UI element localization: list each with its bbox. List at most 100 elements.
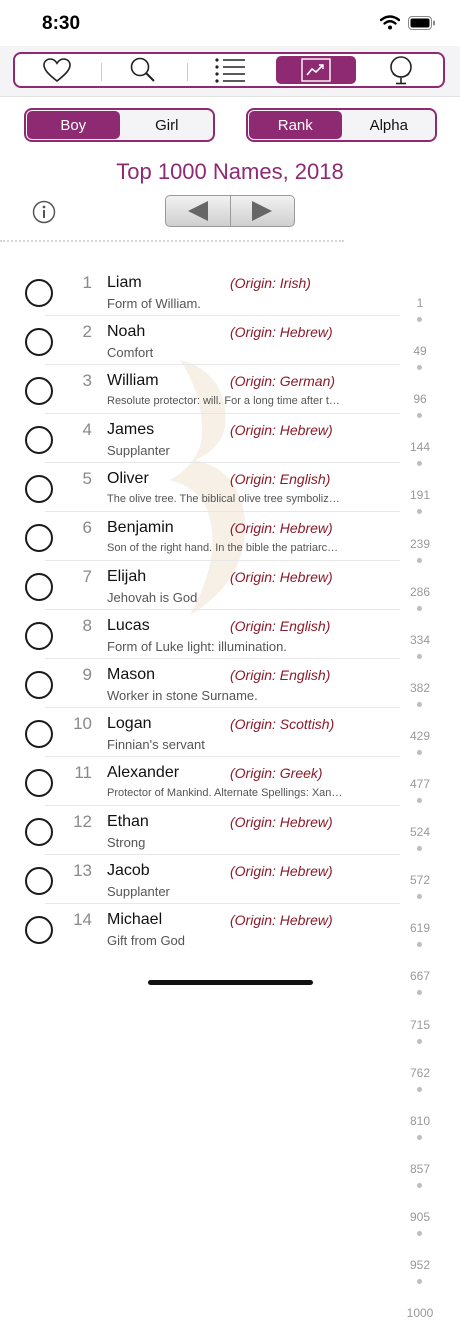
list-item[interactable]: 14 Michael (Origin: Hebrew) Gift from Go… xyxy=(0,904,400,953)
index-dot xyxy=(417,1038,422,1044)
origin-text: (Origin: Irish) xyxy=(230,275,311,291)
favorite-toggle[interactable] xyxy=(25,671,53,699)
list-item[interactable]: 5 Oliver (Origin: English) The olive tre… xyxy=(0,463,400,512)
index-label[interactable]: 762 xyxy=(398,1066,442,1080)
next-year-button[interactable] xyxy=(229,196,295,226)
index-dot xyxy=(417,413,422,419)
origin-text: (Origin: Scottish) xyxy=(230,716,335,732)
index-label[interactable]: 49 xyxy=(398,344,442,358)
tab-search[interactable] xyxy=(103,56,183,84)
meaning-text: Resolute protector: will. For a long tim… xyxy=(107,395,340,407)
favorite-toggle[interactable] xyxy=(25,916,53,944)
index-label[interactable]: 667 xyxy=(398,969,442,983)
favorite-toggle[interactable] xyxy=(25,377,53,405)
index-label[interactable]: 572 xyxy=(398,873,442,887)
segment-alpha[interactable]: Alpha xyxy=(343,110,436,140)
origin-text: (Origin: English) xyxy=(230,618,331,634)
meaning-text: Form of William. xyxy=(107,296,201,311)
meaning-text: Strong xyxy=(107,835,146,850)
favorite-toggle[interactable] xyxy=(25,573,53,601)
index-dot xyxy=(417,461,422,467)
index-label[interactable]: 1000 xyxy=(398,1306,442,1320)
search-icon xyxy=(130,57,155,82)
favorite-toggle[interactable] xyxy=(25,426,53,454)
meaning-text: Form of Luke light: illumination. xyxy=(107,639,287,654)
tab-globe[interactable] xyxy=(361,56,441,85)
list-item[interactable]: 10 Logan (Origin: Scottish) Finnian's se… xyxy=(0,708,400,757)
meaning-text: Comfort xyxy=(107,345,154,360)
gender-segmented-control: Boy Girl xyxy=(24,108,215,142)
favorite-toggle[interactable] xyxy=(25,867,53,895)
top-toolbar xyxy=(0,46,460,97)
index-label[interactable]: 144 xyxy=(398,440,442,454)
index-label[interactable]: 905 xyxy=(398,1210,442,1224)
rank-number: 9 xyxy=(82,665,92,684)
list-item[interactable]: 13 Jacob (Origin: Hebrew) Supplanter xyxy=(0,855,400,904)
list-item[interactable]: 6 Benjamin (Origin: Hebrew) Son of the r… xyxy=(0,512,400,561)
origin-text: (Origin: Hebrew) xyxy=(230,863,333,879)
name-text: William xyxy=(107,372,159,389)
index-dot xyxy=(417,1182,422,1188)
index-label[interactable]: 477 xyxy=(398,777,442,791)
favorite-toggle[interactable] xyxy=(25,769,53,797)
favorite-toggle[interactable] xyxy=(25,720,53,748)
index-dot xyxy=(417,846,422,852)
index-label[interactable]: 715 xyxy=(398,1018,442,1032)
list-item[interactable]: 11 Alexander (Origin: Greek) Protector o… xyxy=(0,757,400,806)
list-item[interactable]: 7 Elijah (Origin: Hebrew) Jehovah is God xyxy=(0,561,400,610)
favorite-toggle[interactable] xyxy=(25,328,53,356)
index-label[interactable]: 382 xyxy=(398,681,442,695)
index-label[interactable]: 429 xyxy=(398,729,442,743)
list-item[interactable]: 2 Noah (Origin: Hebrew) Comfort xyxy=(0,316,400,365)
origin-text: (Origin: English) xyxy=(230,471,331,487)
status-bar: 8:30 xyxy=(0,0,460,46)
index-label[interactable]: 191 xyxy=(398,488,442,502)
index-label[interactable]: 239 xyxy=(398,537,442,551)
meaning-text: Protector of Mankind. Alternate Spelling… xyxy=(107,787,343,799)
rank-number: 10 xyxy=(73,714,92,733)
list-item[interactable]: 4 James (Origin: Hebrew) Supplanter xyxy=(0,414,400,463)
segment-rank[interactable]: Rank xyxy=(249,111,342,139)
meaning-text: Supplanter xyxy=(107,884,170,899)
tab-lists[interactable] xyxy=(190,56,270,84)
origin-text: (Origin: Hebrew) xyxy=(230,324,333,340)
list-item[interactable]: 1 Liam (Origin: Irish) Form of William. xyxy=(0,267,400,316)
index-label[interactable]: 952 xyxy=(398,1258,442,1272)
name-text: Noah xyxy=(107,323,146,340)
segment-girl[interactable]: Girl xyxy=(121,110,214,140)
list-item[interactable]: 9 Mason (Origin: English) Worker in ston… xyxy=(0,659,400,708)
tab-rankings[interactable] xyxy=(276,56,356,84)
index-label[interactable]: 857 xyxy=(398,1162,442,1176)
list-item[interactable]: 3 William (Origin: German) Resolute prot… xyxy=(0,365,400,414)
index-label[interactable]: 334 xyxy=(398,633,442,647)
previous-year-button[interactable] xyxy=(166,196,230,226)
info-icon[interactable] xyxy=(32,200,56,224)
index-label[interactable]: 810 xyxy=(398,1114,442,1128)
rank-number: 1 xyxy=(82,273,92,292)
name-text: Mason xyxy=(107,666,156,683)
list-item[interactable]: 8 Lucas (Origin: English) Form of Luke l… xyxy=(0,610,400,659)
favorite-toggle[interactable] xyxy=(25,622,53,650)
index-dot xyxy=(417,605,422,611)
rank-number: 14 xyxy=(73,910,92,929)
index-label[interactable]: 286 xyxy=(398,585,442,599)
favorite-toggle[interactable] xyxy=(25,279,53,307)
origin-text: (Origin: Hebrew) xyxy=(230,422,333,438)
origin-text: (Origin: Hebrew) xyxy=(230,520,333,536)
left-arrow-icon xyxy=(187,201,208,221)
favorite-toggle[interactable] xyxy=(25,818,53,846)
index-label[interactable]: 1 xyxy=(398,296,442,310)
index-label[interactable]: 524 xyxy=(398,825,442,839)
list-item[interactable]: 12 Ethan (Origin: Hebrew) Strong xyxy=(0,806,400,855)
index-label[interactable]: 96 xyxy=(398,392,442,406)
favorite-toggle[interactable] xyxy=(25,524,53,552)
favorite-toggle[interactable] xyxy=(25,475,53,503)
segment-boy[interactable]: Boy xyxy=(27,111,120,139)
index-dot xyxy=(417,317,422,322)
index-dot xyxy=(417,701,422,707)
index-label[interactable]: 619 xyxy=(398,921,442,935)
tab-favorites[interactable] xyxy=(17,56,97,84)
index-dot xyxy=(417,749,422,755)
globe-icon xyxy=(390,56,412,85)
origin-text: (Origin: Hebrew) xyxy=(230,814,333,830)
